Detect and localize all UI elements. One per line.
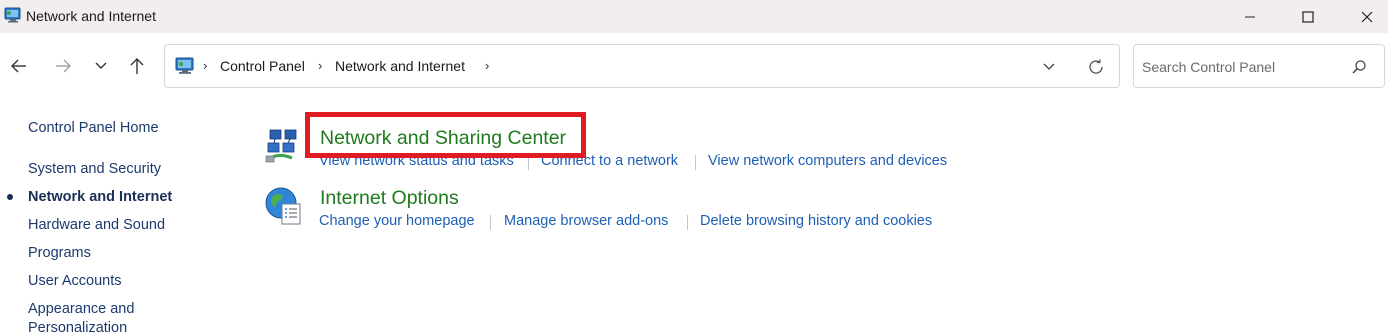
window-title: Network and Internet [26, 8, 156, 24]
sidebar-item-appearance[interactable]: Appearance and [28, 301, 134, 317]
search-box[interactable] [1133, 44, 1385, 88]
navigation-bar: › Control Panel › Network and Internet › [0, 33, 1388, 100]
task-separator [695, 155, 696, 170]
network-and-sharing-center-link[interactable]: Network and Sharing Center [320, 127, 566, 150]
breadcrumb-separator-icon[interactable]: › [203, 58, 207, 73]
chevron-down-icon [1043, 63, 1055, 70]
breadcrumb-network-and-internet[interactable]: Network and Internet [335, 58, 465, 74]
task-separator [490, 215, 491, 230]
control-panel-icon [175, 57, 195, 75]
refresh-icon [1089, 59, 1103, 74]
view-network-computers-link[interactable]: View network computers and devices [708, 153, 947, 169]
sidebar-item-personalization[interactable]: Personalization [28, 320, 127, 334]
sidebar-item-control-panel-home[interactable]: Control Panel Home [28, 120, 159, 136]
breadcrumb-separator-icon[interactable]: › [318, 58, 322, 73]
address-history-dropdown[interactable] [1039, 57, 1059, 77]
view-network-status-link[interactable]: View network status and tasks [319, 153, 514, 169]
search-input[interactable] [1142, 56, 1342, 78]
up-button[interactable] [122, 51, 152, 81]
sidebar: Control Panel Home System and Security N… [0, 100, 240, 334]
forward-button[interactable] [48, 51, 78, 81]
search-button[interactable] [1348, 56, 1370, 78]
current-page-bullet [7, 194, 13, 200]
sidebar-item-network-and-internet: Network and Internet [28, 189, 173, 205]
title-bar: Network and Internet [0, 0, 1388, 33]
arrow-up-icon [130, 58, 144, 74]
sidebar-item-hardware-and-sound[interactable]: Hardware and Sound [28, 217, 165, 233]
recent-locations-button[interactable] [86, 51, 116, 81]
delete-browsing-history-link[interactable]: Delete browsing history and cookies [700, 213, 932, 229]
maximize-button[interactable] [1285, 0, 1331, 33]
breadcrumb-control-panel[interactable]: Control Panel [220, 58, 305, 74]
task-separator [687, 215, 688, 230]
sidebar-item-programs[interactable]: Programs [28, 245, 91, 261]
manage-browser-addons-link[interactable]: Manage browser add-ons [504, 213, 668, 229]
control-panel-app-icon [4, 7, 22, 23]
arrow-left-icon [11, 59, 26, 73]
breadcrumb-separator-icon[interactable]: › [485, 58, 489, 73]
chevron-down-icon [95, 62, 107, 69]
internet-options-icon[interactable] [264, 186, 304, 226]
close-button[interactable] [1344, 0, 1388, 33]
internet-options-link[interactable]: Internet Options [320, 187, 459, 210]
connect-to-network-link[interactable]: Connect to a network [541, 153, 678, 169]
network-sharing-icon[interactable] [264, 126, 304, 166]
back-button[interactable] [4, 51, 34, 81]
task-separator [528, 155, 529, 170]
minimize-button[interactable] [1227, 0, 1273, 33]
address-bar[interactable]: › Control Panel › Network and Internet › [164, 44, 1120, 88]
search-icon [1352, 60, 1366, 74]
refresh-button[interactable] [1085, 56, 1107, 78]
arrow-right-icon [56, 59, 71, 73]
sidebar-item-user-accounts[interactable]: User Accounts [28, 273, 122, 289]
change-homepage-link[interactable]: Change your homepage [319, 213, 475, 229]
sidebar-item-system-and-security[interactable]: System and Security [28, 161, 161, 177]
main-content: Network and Sharing Center View network … [240, 100, 1388, 334]
